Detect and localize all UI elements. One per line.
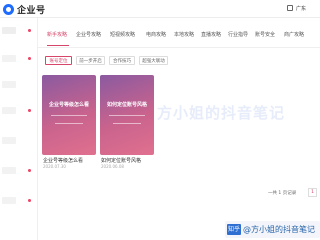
sidebar (0, 18, 38, 240)
tab-security[interactable]: 账号安全 (255, 31, 275, 38)
card-divider (55, 123, 83, 124)
card-divider (51, 115, 87, 116)
subtab-cooperation[interactable]: 合作技巧 (109, 56, 135, 65)
tab-short-video[interactable]: 短视频攻略 (110, 31, 135, 38)
location-icon (287, 5, 293, 11)
logo-text: 企业号 (17, 6, 46, 16)
card-caption[interactable]: 企业号等级怎么看 (43, 157, 83, 164)
logo-icon (3, 4, 14, 15)
credit-text: @方小姐的抖音笔记 (243, 225, 315, 234)
tab-industry[interactable]: 行业指导 (228, 31, 248, 38)
sidebar-item[interactable] (0, 164, 37, 178)
tab-ecommerce[interactable]: 电商攻略 (146, 31, 166, 38)
tab-live[interactable]: 直播攻略 (201, 31, 221, 38)
sidebar-item[interactable] (0, 134, 37, 148)
card-date: 2020.06.08 (101, 164, 124, 169)
zhihu-badge: 知乎 (227, 224, 241, 235)
tab-local[interactable]: 本地攻略 (174, 31, 194, 38)
sidebar-item[interactable] (0, 194, 37, 208)
card-divider (109, 115, 145, 116)
card-caption[interactable]: 如何定位账号风格 (101, 157, 141, 164)
page-number-button[interactable]: 1 (308, 188, 317, 197)
top-bar: 企业号 广东 (0, 0, 320, 18)
tab-newbie[interactable]: 新手攻略 (47, 31, 67, 38)
article-card[interactable]: 企业号等级怎么看 (42, 75, 96, 155)
active-tab-indicator (47, 45, 69, 46)
tab-ads[interactable]: 商广攻略 (284, 31, 304, 38)
tab-enterprise[interactable]: 企业号攻略 (76, 31, 101, 38)
watermark: 方小姐的抖音笔记 (157, 104, 286, 122)
sidebar-item[interactable] (0, 78, 37, 92)
category-tabs: 新手攻略 企业号攻略 短视频攻略 电商攻略 本地攻略 直播攻略 行业指导 账号安… (38, 26, 320, 38)
sidebar-item[interactable] (0, 104, 37, 118)
subtab-linkage[interactable]: 超强大联动 (139, 56, 168, 65)
logo[interactable]: 企业号 (3, 3, 46, 16)
card-title: 企业号等级怎么看 (48, 102, 89, 108)
main-content: 新手攻略 企业号攻略 短视频攻略 电商攻略 本地攻略 直播攻略 行业指导 账号安… (38, 18, 320, 240)
subtab-first-step[interactable]: 前一步开启 (76, 56, 105, 65)
card-title: 如何定位账号风格 (106, 102, 147, 108)
card-date: 2020.07.30 (43, 164, 66, 169)
subtab-positioning[interactable]: 账号定位 (45, 56, 72, 65)
card-divider (113, 123, 141, 124)
pagination: 一共 1 页记录 (268, 190, 296, 200)
sidebar-item[interactable] (0, 24, 37, 38)
pagination-summary: 一共 1 页记录 (268, 191, 297, 196)
sidebar-item[interactable] (0, 52, 37, 66)
article-card[interactable]: 如何定位账号风格 (100, 75, 154, 155)
region-selector[interactable]: 广东 (296, 5, 306, 12)
divider (38, 47, 320, 48)
